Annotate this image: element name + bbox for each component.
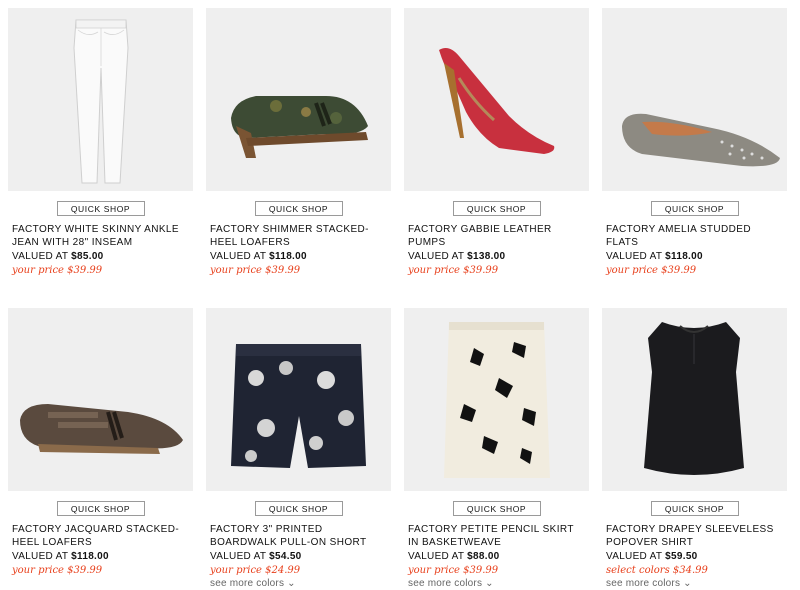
quick-shop-button[interactable]: QUICK SHOP bbox=[254, 201, 343, 216]
product-title-line[interactable]: JEAN WITH 28" INSEAM bbox=[12, 236, 193, 249]
white-jeans-image[interactable] bbox=[8, 8, 193, 191]
valued-price: $118.00 bbox=[71, 551, 109, 562]
product-title-line[interactable]: FLATS bbox=[606, 236, 787, 249]
your-price: your price $39.99 bbox=[12, 565, 103, 576]
product-card[interactable]: QUICK SHOP FACTORY GABBIE LEATHER PUMPS … bbox=[404, 8, 589, 277]
red-pump-image[interactable] bbox=[404, 8, 589, 191]
product-card[interactable]: QUICK SHOP FACTORY AMELIA STUDDED FLATS … bbox=[602, 8, 787, 277]
product-title[interactable]: FACTORY AMELIA STUDDED FLATS bbox=[602, 223, 787, 249]
product-card[interactable]: QUICK SHOP FACTORY SHIMMER STACKED- HEEL… bbox=[206, 8, 391, 277]
valued-label: VALUED AT bbox=[12, 251, 69, 262]
valued-label: VALUED AT bbox=[210, 251, 267, 262]
your-price: your price $39.99 bbox=[408, 265, 499, 276]
product-card[interactable]: QUICK SHOP FACTORY DRAPEY SLEEVELESS POP… bbox=[602, 308, 787, 590]
valued-label: VALUED AT bbox=[606, 551, 663, 562]
product-title-line[interactable]: IN BASKETWEAVE bbox=[408, 536, 589, 549]
valued-price: $54.50 bbox=[269, 551, 302, 562]
your-price: your price $39.99 bbox=[606, 265, 697, 276]
quick-shop-button[interactable]: QUICK SHOP bbox=[452, 201, 541, 216]
quick-shop-button[interactable]: QUICK SHOP bbox=[452, 501, 541, 516]
valued-at: VALUED AT $118.00 bbox=[8, 550, 193, 563]
quick-shop-button[interactable]: QUICK SHOP bbox=[650, 501, 739, 516]
product-title-line[interactable]: PUMPS bbox=[408, 236, 589, 249]
product-title[interactable]: FACTORY SHIMMER STACKED- HEEL LOAFERS bbox=[206, 223, 391, 249]
product-title[interactable]: FACTORY WHITE SKINNY ANKLE JEAN WITH 28"… bbox=[8, 223, 193, 249]
product-title-line[interactable]: FACTORY DRAPEY SLEEVELESS bbox=[606, 523, 787, 536]
product-title-line[interactable]: BOARDWALK PULL-ON SHORT bbox=[210, 536, 391, 549]
product-title-line[interactable]: POPOVER SHIRT bbox=[606, 536, 787, 549]
valued-price: $138.00 bbox=[467, 251, 506, 262]
valued-price: $88.00 bbox=[467, 551, 500, 562]
quick-shop-button[interactable]: QUICK SHOP bbox=[56, 201, 145, 216]
your-price: select colors $34.99 bbox=[606, 565, 708, 576]
product-title[interactable]: FACTORY 3" PRINTED BOARDWALK PULL-ON SHO… bbox=[206, 523, 391, 549]
product-title[interactable]: FACTORY GABBIE LEATHER PUMPS bbox=[404, 223, 589, 249]
valued-label: VALUED AT bbox=[210, 551, 267, 562]
valued-price: $59.50 bbox=[665, 551, 698, 562]
product-title-line[interactable]: HEEL LOAFERS bbox=[12, 536, 193, 549]
valued-at: VALUED AT $54.50 bbox=[206, 550, 391, 563]
valued-label: VALUED AT bbox=[606, 251, 663, 262]
black-top-image[interactable] bbox=[602, 308, 787, 491]
product-card[interactable]: QUICK SHOP FACTORY 3" PRINTED BOARDWALK … bbox=[206, 308, 391, 590]
valued-at: VALUED AT $118.00 bbox=[602, 250, 787, 263]
see-more-colors-link[interactable]: see more colors ⌄ bbox=[602, 577, 787, 590]
your-price: your price $24.99 bbox=[210, 565, 301, 576]
your-price: your price $39.99 bbox=[12, 265, 103, 276]
floral-skirt-image[interactable] bbox=[404, 308, 589, 491]
valued-label: VALUED AT bbox=[408, 551, 465, 562]
product-title[interactable]: FACTORY JACQUARD STACKED- HEEL LOAFERS bbox=[8, 523, 193, 549]
valued-at: VALUED AT $138.00 bbox=[404, 250, 589, 263]
product-title-line[interactable]: FACTORY 3" PRINTED bbox=[210, 523, 391, 536]
see-more-colors-link[interactable]: see more colors ⌄ bbox=[206, 577, 391, 590]
quick-shop-button[interactable]: QUICK SHOP bbox=[254, 501, 343, 516]
product-title[interactable]: FACTORY DRAPEY SLEEVELESS POPOVER SHIRT bbox=[602, 523, 787, 549]
product-title-line[interactable]: FACTORY JACQUARD STACKED- bbox=[12, 523, 193, 536]
product-card[interactable]: QUICK SHOP FACTORY PETITE PENCIL SKIRT I… bbox=[404, 308, 589, 590]
studded-flat-image[interactable] bbox=[602, 8, 787, 191]
valued-price: $118.00 bbox=[665, 251, 703, 262]
product-title-line[interactable]: FACTORY PETITE PENCIL SKIRT bbox=[408, 523, 589, 536]
product-card[interactable]: QUICK SHOP FACTORY JACQUARD STACKED- HEE… bbox=[8, 308, 193, 577]
jacquard-loafer-image[interactable] bbox=[8, 308, 193, 491]
valued-at: VALUED AT $118.00 bbox=[206, 250, 391, 263]
quick-shop-button[interactable]: QUICK SHOP bbox=[56, 501, 145, 516]
your-price: your price $39.99 bbox=[210, 265, 301, 276]
valued-label: VALUED AT bbox=[12, 551, 69, 562]
product-grid: QUICK SHOP FACTORY WHITE SKINNY ANKLE JE… bbox=[0, 0, 800, 590]
quick-shop-button[interactable]: QUICK SHOP bbox=[650, 201, 739, 216]
product-title-line[interactable]: FACTORY AMELIA STUDDED bbox=[606, 223, 787, 236]
see-more-colors-link[interactable]: see more colors ⌄ bbox=[404, 577, 589, 590]
valued-price: $118.00 bbox=[269, 251, 307, 262]
floral-shorts-image[interactable] bbox=[206, 308, 391, 491]
valued-at: VALUED AT $88.00 bbox=[404, 550, 589, 563]
product-title-line[interactable]: FACTORY GABBIE LEATHER bbox=[408, 223, 589, 236]
your-price: your price $39.99 bbox=[408, 565, 499, 576]
product-title[interactable]: FACTORY PETITE PENCIL SKIRT IN BASKETWEA… bbox=[404, 523, 589, 549]
valued-at: VALUED AT $85.00 bbox=[8, 250, 193, 263]
product-title-line[interactable]: FACTORY SHIMMER STACKED- bbox=[210, 223, 391, 236]
valued-at: VALUED AT $59.50 bbox=[602, 550, 787, 563]
product-title-line[interactable]: HEEL LOAFERS bbox=[210, 236, 391, 249]
product-title-line[interactable]: FACTORY WHITE SKINNY ANKLE bbox=[12, 223, 193, 236]
tapestry-loafer-image[interactable] bbox=[206, 8, 391, 191]
valued-label: VALUED AT bbox=[408, 251, 465, 262]
valued-price: $85.00 bbox=[71, 251, 104, 262]
product-card[interactable]: QUICK SHOP FACTORY WHITE SKINNY ANKLE JE… bbox=[8, 8, 193, 277]
